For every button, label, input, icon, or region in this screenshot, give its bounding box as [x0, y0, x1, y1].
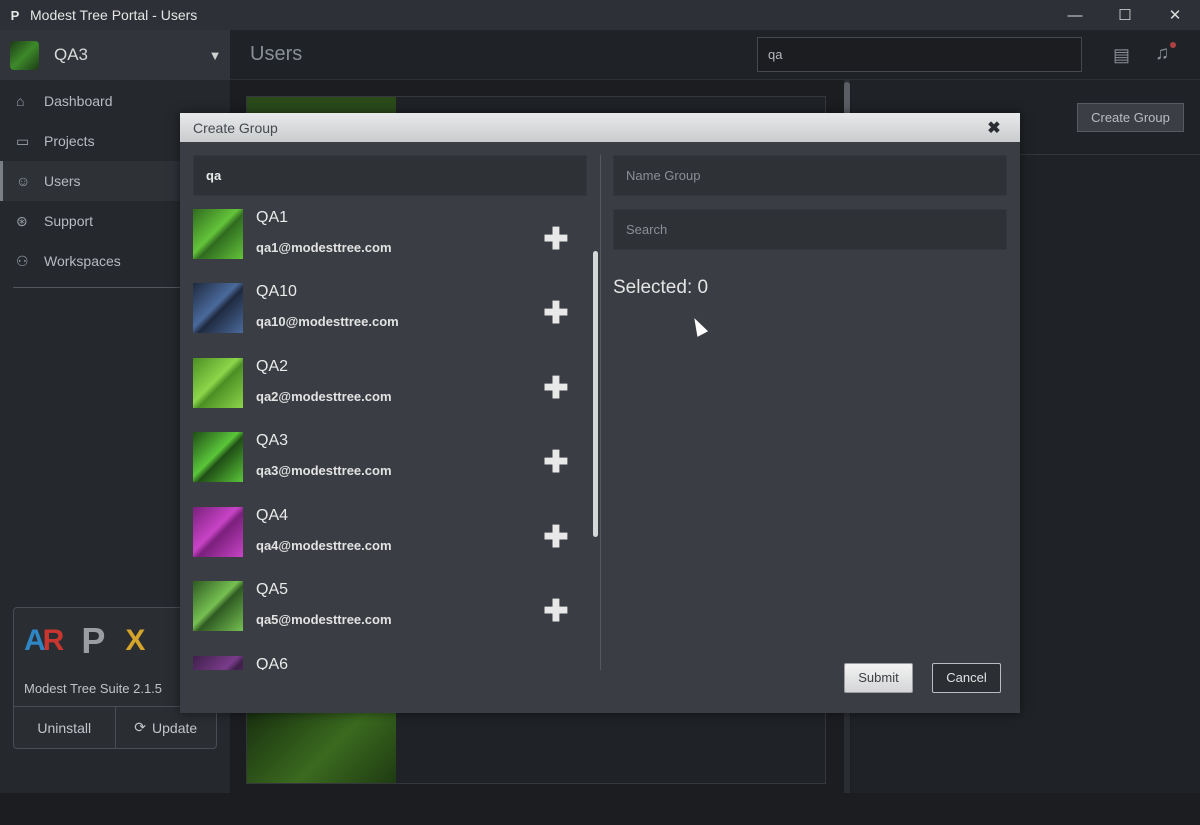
sidebar-item-label: Users — [44, 173, 81, 189]
chevron-down-icon[interactable]: ▼ — [200, 48, 230, 63]
list-item: QA2 qa2@modesttree.com ✚ — [193, 358, 587, 418]
group-form: Name Group Search Selected: 0 — [613, 155, 1007, 299]
add-user-button[interactable]: ✚ — [543, 448, 569, 478]
avatar — [193, 358, 243, 408]
list-item: QA6 — [193, 656, 587, 670]
folder-icon: ▭ — [16, 132, 30, 149]
cancel-button[interactable]: Cancel — [932, 663, 1001, 693]
clipboard-icon[interactable]: ▤ — [1113, 45, 1130, 66]
page-title: Users — [250, 43, 303, 65]
column-divider — [600, 155, 601, 670]
x-logo-icon: X — [125, 624, 146, 657]
search-input[interactable]: qa — [757, 37, 1082, 72]
user-name: QA1 — [256, 209, 289, 226]
add-user-button[interactable]: ✚ — [543, 225, 569, 255]
user-name: QA6 — [256, 656, 289, 670]
avatar — [193, 283, 243, 333]
nav-divider — [13, 287, 180, 288]
close-icon[interactable]: ✖ — [968, 118, 1020, 138]
list-item: QA4 qa4@modesttree.com ✚ — [193, 507, 587, 567]
avatar — [193, 432, 243, 482]
ar-logo-icon: AR — [24, 624, 64, 657]
window-title: Modest Tree Portal - Users — [30, 7, 198, 23]
selected-count: Selected: 0 — [613, 277, 709, 298]
support-icon: ⊛ — [16, 212, 28, 229]
add-user-button[interactable]: ✚ — [543, 597, 569, 627]
title-bar: P Modest Tree Portal - Users — ☐ ✕ — [0, 0, 1200, 30]
user-search-input[interactable]: qa — [193, 155, 587, 196]
avatar — [193, 507, 243, 557]
user-icon: ☺ — [16, 173, 31, 189]
user-email: qa5@modesttree.com — [256, 612, 392, 627]
user-picker: qa QA1 qa1@modesttree.com ✚ QA10 qa10@mo… — [193, 155, 598, 670]
refresh-icon: ⟳ — [134, 719, 147, 735]
user-email: qa1@modesttree.com — [256, 240, 392, 255]
submit-button[interactable]: Submit — [844, 663, 913, 693]
add-user-button[interactable]: ✚ — [543, 523, 569, 553]
header: Users qa ▤ ♫ — [230, 30, 1200, 80]
workspaces-icon: ⚇ — [16, 252, 29, 269]
home-icon: ⌂ — [16, 93, 25, 109]
name-group-input[interactable]: Name Group — [613, 155, 1007, 196]
list-scrollbar[interactable] — [593, 251, 598, 537]
add-user-button[interactable]: ✚ — [543, 374, 569, 404]
avatar — [193, 581, 243, 631]
user-email: qa4@modesttree.com — [256, 538, 392, 553]
user-name: QA2 — [256, 358, 289, 375]
add-user-button[interactable]: ✚ — [543, 299, 569, 329]
user-email: qa2@modesttree.com — [256, 389, 392, 404]
sidebar-item-label: Projects — [44, 133, 95, 149]
dialog-title: Create Group — [193, 119, 278, 136]
dialog-header: Create Group ✖ — [180, 113, 1020, 142]
user-email: qa10@modesttree.com — [256, 314, 399, 329]
app-logo-icon: P — [10, 7, 20, 23]
close-window-button[interactable]: ✕ — [1150, 0, 1200, 30]
user-list: QA1 qa1@modesttree.com ✚ QA10 qa10@modes… — [193, 209, 587, 670]
sidebar-item-label: Support — [44, 213, 94, 229]
uninstall-button[interactable]: Uninstall — [14, 707, 115, 748]
org-selector[interactable]: QA3 ▼ — [0, 30, 230, 80]
list-item: QA3 qa3@modesttree.com ✚ — [193, 432, 587, 492]
update-button[interactable]: ⟳ Update — [114, 707, 217, 748]
create-group-button[interactable]: Create Group — [1077, 103, 1184, 132]
user-name: QA3 — [256, 432, 289, 449]
sidebar-item-label: Dashboard — [44, 93, 113, 109]
user-email: qa3@modesttree.com — [256, 463, 392, 478]
background-avatar — [247, 711, 396, 783]
notification-dot — [1170, 42, 1176, 48]
bell-icon[interactable]: ♫ — [1155, 43, 1169, 65]
create-group-dialog: Create Group ✖ qa QA1 qa1@modesttree.com… — [180, 113, 1020, 713]
org-avatar — [10, 40, 39, 70]
list-item: QA5 qa5@modesttree.com ✚ — [193, 581, 587, 641]
sidebar-item-label: Workspaces — [44, 253, 121, 269]
bottom-bar — [0, 793, 1200, 825]
user-name: QA5 — [256, 581, 289, 598]
uninstall-label: Uninstall — [37, 719, 92, 736]
list-item: QA1 qa1@modesttree.com ✚ — [193, 209, 587, 269]
member-search-input[interactable]: Search — [613, 209, 1007, 250]
avatar — [193, 656, 243, 670]
avatar — [193, 209, 243, 259]
maximize-button[interactable]: ☐ — [1100, 0, 1150, 30]
user-name: QA4 — [256, 507, 289, 524]
list-item: QA10 qa10@modesttree.com ✚ — [193, 283, 587, 343]
user-name: QA10 — [256, 283, 297, 300]
update-label: Update — [152, 719, 198, 736]
org-name: QA3 — [54, 45, 89, 64]
portal-logo-icon: P — [81, 620, 106, 661]
minimize-button[interactable]: — — [1050, 0, 1100, 30]
